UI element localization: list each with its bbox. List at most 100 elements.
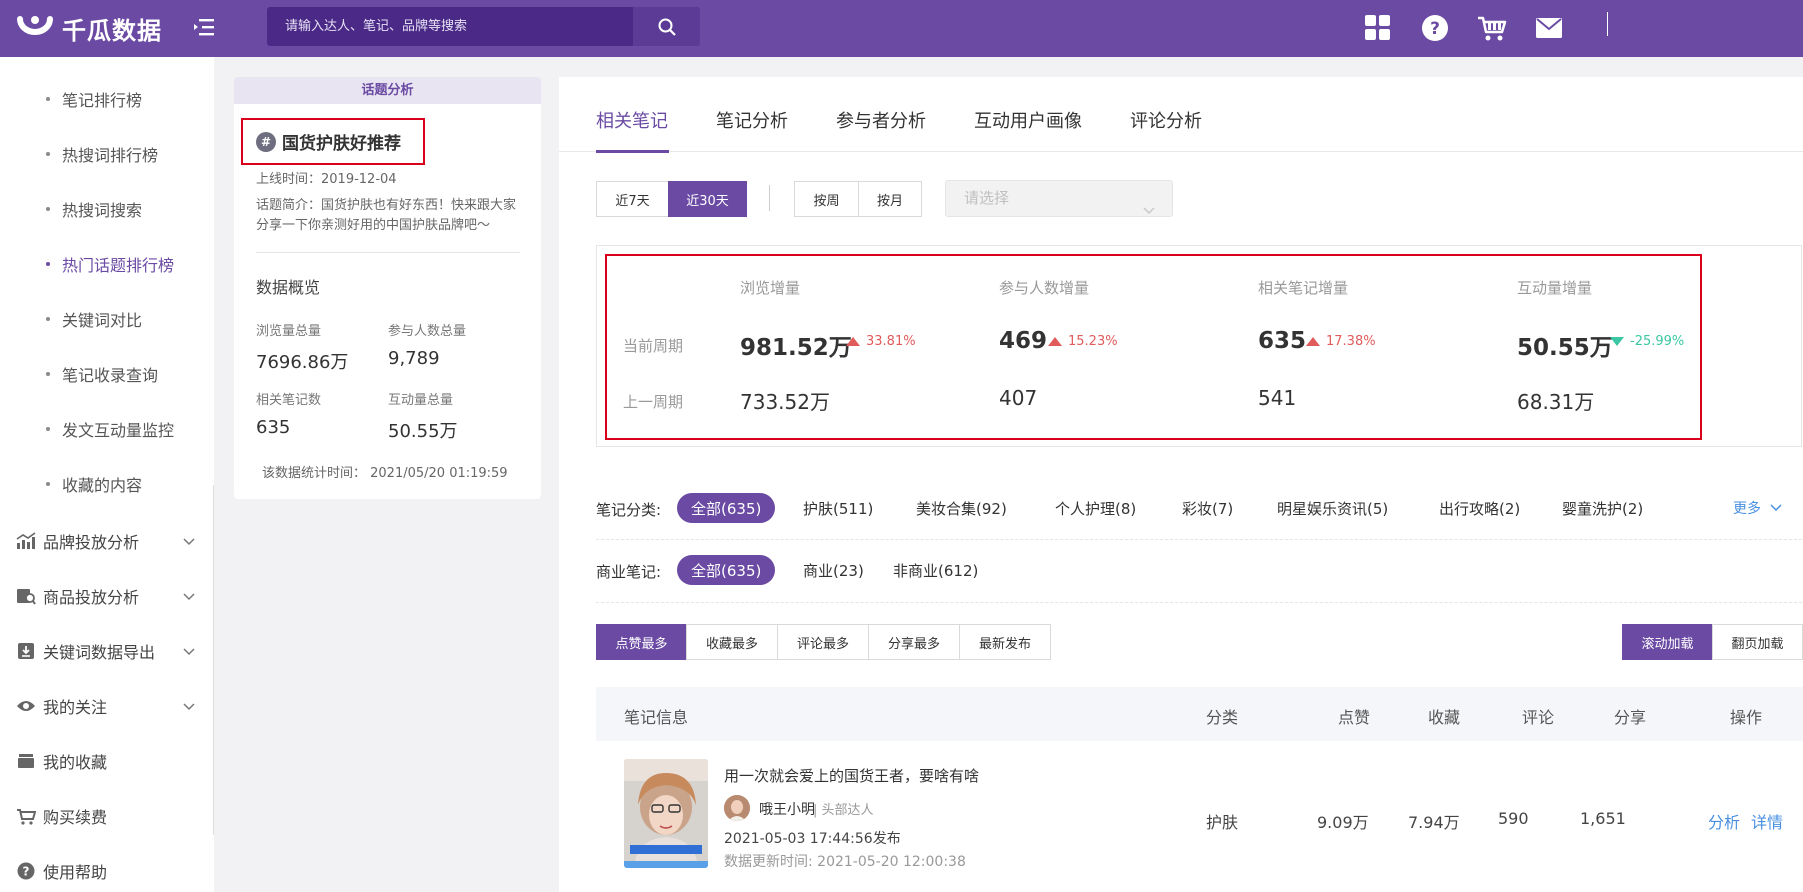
search-button[interactable]: [633, 7, 700, 46]
category-filter-label: 笔记分类:: [596, 501, 662, 519]
apps-grid-icon[interactable]: [1362, 12, 1394, 44]
tab-comment-analysis[interactable]: 评论分析: [1130, 107, 1202, 133]
scroll-load-button[interactable]: 滚动加载: [1622, 624, 1713, 660]
tab-bar: 相关笔记 笔记分析 参与者分析 互动用户画像 评论分析: [559, 77, 1803, 153]
sidebar-item-note-ranking[interactable]: 笔记排行榜: [46, 87, 142, 111]
col-header-notes: 相关笔记增量: [1258, 279, 1349, 297]
cell-favorites: 7.94万: [1408, 813, 1460, 832]
sort-newest-button[interactable]: 最新发布: [959, 624, 1051, 660]
period-select[interactable]: 请选择: [945, 180, 1173, 217]
sidebar-item-saved-content[interactable]: 收藏的内容: [46, 472, 142, 496]
row-label-previous: 上一周期: [623, 393, 684, 411]
sidebar-item-my-favorites[interactable]: 我的收藏: [16, 748, 196, 774]
sidebar-item-label: 购买续费: [43, 808, 108, 827]
category-all[interactable]: 全部(635): [677, 493, 776, 523]
cart-icon: [16, 806, 36, 826]
load-mode-button-group: 滚动加载 翻页加载: [1622, 624, 1803, 660]
change-value: 15.23%: [1068, 334, 1118, 349]
author-name[interactable]: 哦王小明: [759, 799, 815, 819]
bullet-dot: [46, 207, 50, 211]
shopping-cart-icon[interactable]: [1476, 12, 1508, 44]
category-skincare[interactable]: 护肤(511): [789, 493, 887, 523]
stat-label-participants: 参与人数总量: [388, 324, 467, 339]
change-participants: 15.23%: [1048, 334, 1118, 349]
sidebar-item-label: 热门话题排行榜: [62, 256, 175, 275]
search-bar: [267, 7, 700, 46]
help-question-icon[interactable]: ?: [1419, 12, 1451, 44]
sidebar-item-keyword-compare[interactable]: 关键词对比: [46, 307, 142, 331]
category-travel-guide[interactable]: 出行攻略(2): [1425, 493, 1534, 523]
cell-likes: 9.09万: [1317, 813, 1369, 832]
topic-description: 话题简介：国货护肤也有好东西！快来跟大家分享一下你亲测好用的中国护肤品牌吧～: [256, 198, 517, 233]
sort-most-shares-button[interactable]: 分享最多: [868, 624, 960, 660]
sidebar-item-help[interactable]: ? 使用帮助: [16, 858, 196, 884]
th-category: 分类: [1206, 708, 1239, 727]
divider: [596, 539, 1802, 540]
sidebar-item-interaction-monitor[interactable]: 发文互动量监控: [46, 417, 174, 441]
search-input[interactable]: [267, 7, 633, 46]
sidebar-item-label: 品牌投放分析: [43, 533, 140, 552]
sidebar-item-label: 热搜词排行榜: [62, 146, 159, 165]
th-favorites: 收藏: [1428, 708, 1461, 727]
category-beauty-collection[interactable]: 美妆合集(92): [902, 493, 1021, 523]
sidebar-item-hot-search-ranking[interactable]: 热搜词排行榜: [46, 142, 158, 166]
search-icon: [658, 18, 676, 36]
row-label-current: 当前周期: [623, 337, 684, 355]
range-30-days-button[interactable]: 近30天: [668, 181, 747, 217]
previous-notes: 541: [1258, 386, 1297, 410]
sidebar-item-hot-topic-ranking[interactable]: 热门话题排行榜: [46, 252, 174, 276]
chevron-down-icon: [182, 587, 196, 606]
page-load-button[interactable]: 翻页加载: [1712, 624, 1803, 660]
category-makeup[interactable]: 彩妆(7): [1168, 493, 1247, 523]
sidebar-item-purchase-renew[interactable]: 购买续费: [16, 803, 196, 829]
tab-participant-analysis[interactable]: 参与者分析: [836, 107, 926, 133]
sidebar-item-label: 笔记收录查询: [62, 366, 159, 385]
sidebar-item-label: 关键词对比: [62, 311, 143, 330]
th-likes: 点赞: [1338, 708, 1371, 727]
author-avatar[interactable]: [724, 795, 750, 821]
topic-title-highlight: # 国货护肤好推荐: [241, 118, 425, 165]
topic-card-header: 话题分析: [234, 77, 541, 104]
commercial-only[interactable]: 商业(23): [789, 555, 878, 585]
sort-most-favorites-button[interactable]: 收藏最多: [686, 624, 778, 660]
sidebar-separator: [213, 485, 214, 835]
detail-link[interactable]: 详情: [1751, 809, 1783, 833]
range-7-days-button[interactable]: 近7天: [596, 181, 669, 217]
category-baby-care[interactable]: 婴童洗护(2): [1548, 493, 1657, 523]
category-celebrity-news[interactable]: 明星娱乐资讯(5): [1263, 493, 1402, 523]
current-interactions: 50.55万: [1517, 335, 1613, 361]
note-title-link[interactable]: 用一次就会爱上的国货王者，要啥有啥: [724, 765, 979, 786]
brand-logo[interactable]: 千瓜数据: [16, 10, 162, 46]
category-personal-care[interactable]: 个人护理(8): [1041, 493, 1150, 523]
by-month-button[interactable]: 按月: [858, 181, 922, 217]
svg-text:?: ?: [1430, 19, 1440, 39]
analyze-link[interactable]: 分析: [1708, 809, 1740, 833]
bullet-dot: [46, 317, 50, 321]
sort-most-comments-button[interactable]: 评论最多: [777, 624, 869, 660]
more-categories-button[interactable]: 更多: [1733, 498, 1783, 518]
menu-toggle-icon[interactable]: [193, 16, 217, 38]
sidebar-item-product-analysis[interactable]: 商品投放分析: [16, 583, 196, 609]
sidebar-item-label: 商品投放分析: [43, 588, 140, 607]
sidebar-item-brand-analysis[interactable]: 品牌投放分析: [16, 528, 196, 554]
sidebar-item-note-index-query[interactable]: 笔记收录查询: [46, 362, 158, 386]
sidebar-item-my-follows[interactable]: 我的关注: [16, 693, 196, 719]
up-arrow-icon: [1306, 337, 1320, 346]
sidebar-item-hot-search[interactable]: 热搜词搜索: [46, 197, 142, 221]
tab-related-notes[interactable]: 相关笔记: [596, 107, 668, 133]
note-thumbnail[interactable]: [624, 759, 708, 868]
select-placeholder: 请选择: [964, 189, 1010, 207]
non-commercial-only[interactable]: 非商业(612): [879, 555, 992, 585]
tab-user-profile[interactable]: 互动用户画像: [974, 107, 1082, 133]
tab-note-analysis[interactable]: 笔记分析: [716, 107, 788, 133]
commercial-all[interactable]: 全部(635): [677, 555, 776, 585]
up-arrow-icon: [1048, 337, 1062, 346]
chevron-down-icon: [1142, 194, 1156, 229]
topic-title: 国货护肤好推荐: [282, 134, 401, 154]
by-week-button[interactable]: 按周: [794, 181, 859, 217]
stat-label-notes: 相关笔记数: [256, 393, 322, 408]
stat-label-interactions: 互动量总量: [388, 393, 454, 408]
mail-icon[interactable]: [1533, 12, 1565, 44]
sort-most-likes-button[interactable]: 点赞最多: [596, 624, 687, 660]
sidebar-item-keyword-export[interactable]: 关键词数据导出: [16, 638, 196, 664]
